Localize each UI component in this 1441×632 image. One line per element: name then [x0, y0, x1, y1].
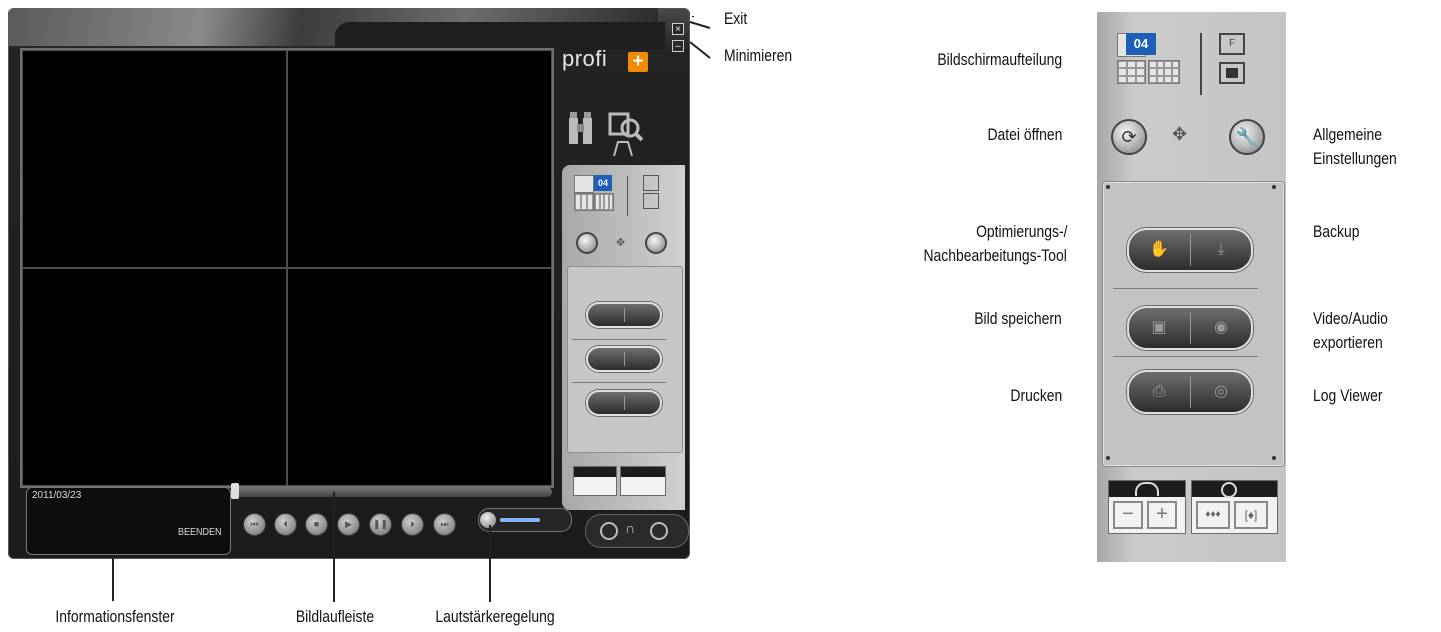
headphone-icon[interactable]: ∩: [625, 520, 635, 536]
divider: [627, 176, 628, 216]
fit-screen-icon[interactable]: [643, 193, 659, 209]
optimize-tool-icon[interactable]: ✋: [1129, 230, 1189, 270]
backup-icon[interactable]: ⤓: [1191, 230, 1251, 270]
export-av-icon[interactable]: ◉: [1191, 308, 1251, 348]
speed-down-button[interactable]: −: [1113, 501, 1143, 529]
screw: [1272, 456, 1276, 460]
wrench-icon[interactable]: [645, 232, 667, 254]
screen-layout-label: Bildschirmaufteilung: [937, 50, 1062, 69]
volume-knob[interactable]: [480, 512, 496, 528]
next-frame-button[interactable]: ⏵: [401, 513, 424, 536]
layout-1-button[interactable]: [574, 175, 594, 193]
decor-icon: ✥: [616, 237, 626, 249]
screw: [1106, 185, 1110, 189]
layout-9-button[interactable]: [1117, 60, 1146, 84]
volume-label: Lautstärkeregelung: [435, 607, 555, 626]
fullscreen-icon[interactable]: [643, 175, 659, 191]
video-channel[interactable]: [22, 50, 287, 268]
layout-16-button[interactable]: [1148, 60, 1180, 84]
backup-label: Backup: [1313, 222, 1360, 241]
fullscreen-icon[interactable]: F: [1219, 33, 1245, 55]
optimize-backup-pill[interactable]: [586, 302, 662, 328]
general-settings-label-2: Einstellungen: [1313, 149, 1397, 168]
save-export-pill[interactable]: ▣ ◉: [1127, 306, 1253, 350]
save-image-icon[interactable]: ▣: [1129, 308, 1189, 348]
layout-16-button[interactable]: [594, 193, 614, 211]
info-exit-button[interactable]: BEENDEN: [178, 527, 222, 538]
info-date: 2011/03/23: [32, 490, 82, 501]
print-log-pill[interactable]: ⎙ ◎: [1127, 370, 1253, 414]
print-label: Drucken: [1010, 386, 1062, 405]
brand-plus-icon: +: [628, 52, 648, 72]
play-button[interactable]: ▶: [337, 513, 360, 536]
callout-line: [112, 555, 114, 601]
optimize-label-2: Nachbearbeitungs-Tool: [923, 246, 1067, 265]
open-file-label: Datei öffnen: [987, 125, 1062, 144]
info-window-label: Informationsfenster: [55, 607, 175, 626]
zoom-icon: [1221, 482, 1237, 498]
scrollbar-thumb[interactable]: [231, 483, 239, 499]
minimize-label: Minimieren: [724, 46, 793, 65]
log-viewer-icon[interactable]: ◎: [1191, 372, 1251, 412]
callout-lines: [689, 21, 711, 59]
fit-screen-icon[interactable]: [1219, 62, 1245, 84]
save-export-pill[interactable]: [586, 346, 662, 372]
video-grid: [20, 48, 554, 488]
save-image-label: Bild speichern: [974, 309, 1062, 328]
callout-line: [489, 525, 491, 602]
mute-icon[interactable]: [650, 522, 668, 540]
search-person-icon[interactable]: [608, 112, 644, 161]
exit-button[interactable]: ×: [672, 23, 684, 35]
volume-level: [500, 518, 540, 522]
separator: [1113, 356, 1258, 357]
stop-button[interactable]: ■: [305, 513, 328, 536]
zoom-control[interactable]: [620, 466, 666, 496]
zoom-in-button[interactable]: [♦]: [1234, 501, 1268, 529]
export-label-1: Video/Audio: [1313, 309, 1388, 328]
decor-icon: ✥: [1172, 124, 1188, 144]
scrollbar-label: Bildlaufleiste: [295, 607, 375, 626]
record-icon[interactable]: [600, 522, 618, 540]
video-channel[interactable]: [287, 268, 552, 486]
callout-line: [333, 492, 335, 602]
separator: [1113, 288, 1258, 289]
print-icon[interactable]: ⎙: [1129, 372, 1189, 412]
separator: [572, 339, 666, 340]
pause-button[interactable]: ❚❚: [369, 513, 392, 536]
zoom-out-button[interactable]: ♦♦♦: [1196, 501, 1230, 529]
speed-up-button[interactable]: +: [1147, 501, 1177, 529]
divider: [1200, 33, 1202, 95]
video-channel[interactable]: [22, 268, 287, 486]
general-settings-label-1: Allgemeine: [1313, 125, 1382, 144]
layout-9-button[interactable]: [574, 193, 594, 211]
video-channel[interactable]: [287, 50, 552, 268]
log-viewer-label: Log Viewer: [1313, 386, 1383, 405]
minimize-button[interactable]: –: [672, 40, 684, 52]
layout-4-button[interactable]: 04: [1126, 33, 1156, 55]
optimize-label-1: Optimierungs-/: [975, 222, 1067, 241]
open-file-icon[interactable]: [576, 232, 598, 254]
skip-end-button[interactable]: ⏭: [433, 513, 456, 536]
open-file-icon[interactable]: ⟳: [1111, 119, 1147, 155]
optimize-backup-pill[interactable]: ✋ ⤓: [1127, 228, 1253, 272]
skip-start-button[interactable]: ⏮: [243, 513, 266, 536]
speed-control[interactable]: [573, 466, 617, 496]
wrench-icon[interactable]: 🔧: [1229, 119, 1265, 155]
exit-label: Exit: [724, 9, 748, 28]
export-label-2: exportieren: [1313, 333, 1383, 352]
separator: [572, 382, 666, 383]
prev-frame-button[interactable]: ⏴: [274, 513, 297, 536]
binoculars-icon[interactable]: [568, 112, 594, 159]
title-tab: [335, 22, 665, 50]
brand-logo: profi: [562, 46, 608, 71]
screw: [1272, 185, 1276, 189]
speed-gauge-icon: [1135, 482, 1159, 496]
layout-4-button[interactable]: 04: [594, 175, 612, 191]
screw: [1106, 456, 1110, 460]
timeline-scrollbar[interactable]: [235, 487, 552, 497]
print-log-pill[interactable]: [586, 390, 662, 416]
